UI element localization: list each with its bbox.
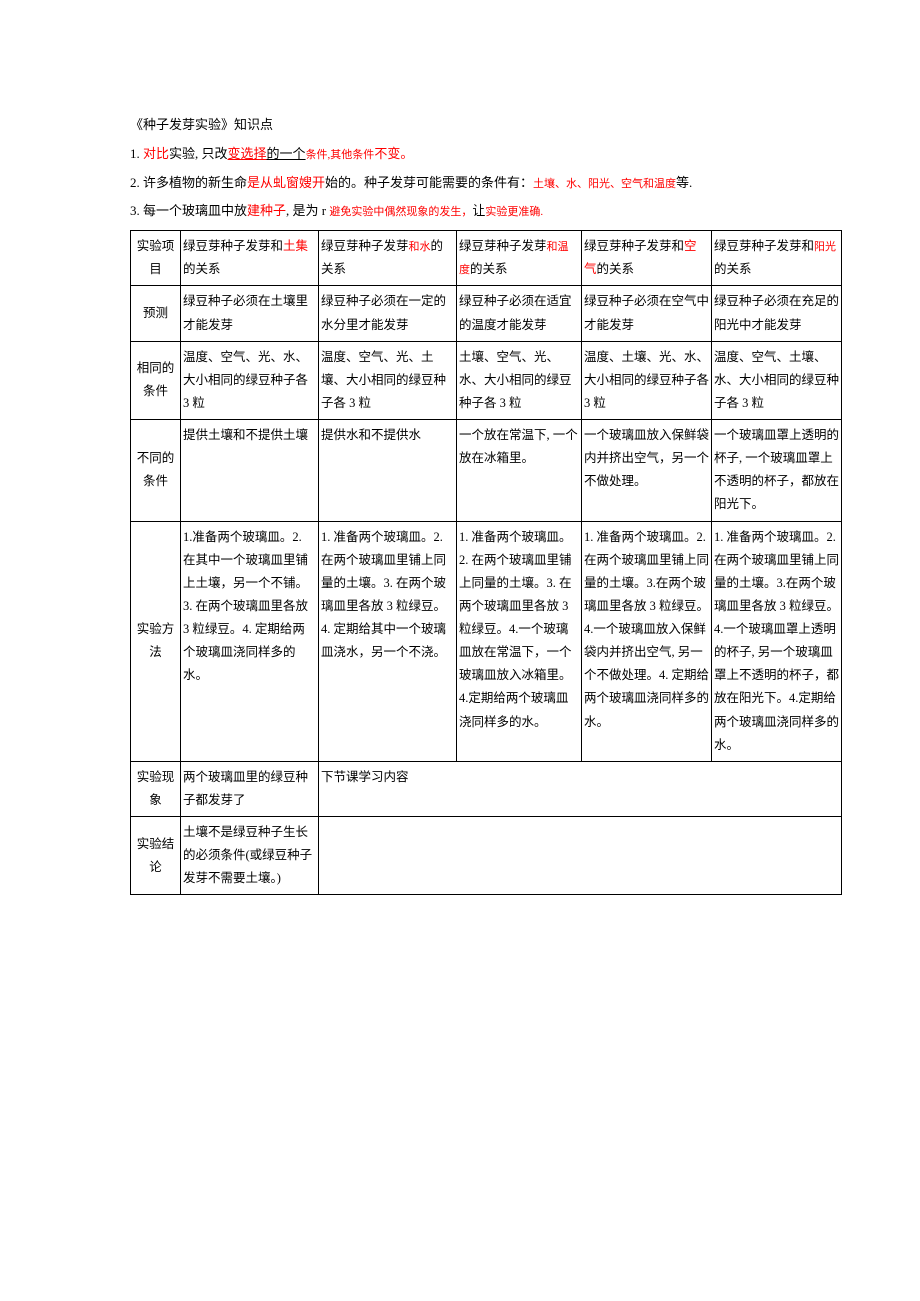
cell: 1. 准备两个玻璃皿。2. 在两个玻璃皿里铺上同量的土壤。3.在两个玻璃皿里各放… bbox=[582, 521, 712, 761]
row-label: 预测 bbox=[131, 286, 181, 341]
table-row: 实验方法 1.准备两个玻璃皿。2. 在其中一个玻璃皿里铺上土壤，另一个不铺。3.… bbox=[131, 521, 842, 761]
row-label: 实验现象 bbox=[131, 761, 181, 816]
cell bbox=[319, 817, 842, 895]
cell: 一个玻璃皿罩上透明的杯子, 一个玻璃皿罩上不透明的杯子，都放在阳光下。 bbox=[712, 420, 842, 522]
cell: 温度、空气、光、土壤、大小相同的绿豆种子各 3 粒 bbox=[319, 341, 457, 419]
table-row: 不同的条件 提供土壤和不提供土壤 提供水和不提供水 一个放在常温下, 一个放在冰… bbox=[131, 420, 842, 522]
experiment-table: 实验项目 绿豆芽种子发芽和土集的关系 绿豆芽种子发芽和水的关系 绿豆芽种子发芽和… bbox=[130, 230, 842, 895]
cell: 1. 准备两个玻璃皿。2. 在两个玻璃皿里铺上同量的土壤。3.在两个玻璃皿里各放… bbox=[712, 521, 842, 761]
cell: 温度、空气、土壤、水、大小相同的绿豆种子各 3 粒 bbox=[712, 341, 842, 419]
point-2: 2. 许多植物的新生命是从虬窗嫂开始的。种子发芽可能需要的条件有：土壤、水、阳光… bbox=[130, 173, 820, 194]
cell: 提供土壤和不提供土壤 bbox=[181, 420, 319, 522]
cell: 绿豆种子必须在一定的水分里才能发芽 bbox=[319, 286, 457, 341]
cell: 温度、土壤、光、水、大小相同的绿豆种子各 3 粒 bbox=[582, 341, 712, 419]
cell: 下节课学习内容 bbox=[319, 761, 842, 816]
cell: 绿豆种子必须在充足的阳光中才能发芽 bbox=[712, 286, 842, 341]
cell: 1. 准备两个玻璃皿。2. 在两个玻璃皿里铺上同量的土壤。3. 在两个玻璃皿里各… bbox=[319, 521, 457, 761]
cell: 土壤不是绿豆种子生长的必须条件(或绿豆种子发芽不需要土壤。) bbox=[181, 817, 319, 895]
cell: 1. 准备两个玻璃皿。2. 在两个玻璃皿里铺上同量的土壤。3. 在两个玻璃皿里各… bbox=[457, 521, 582, 761]
cell: 绿豆种子必须在土壤里才能发芽 bbox=[181, 286, 319, 341]
row-label: 实验项目 bbox=[131, 231, 181, 286]
cell: 1.准备两个玻璃皿。2. 在其中一个玻璃皿里铺上土壤，另一个不铺。3. 在两个玻… bbox=[181, 521, 319, 761]
row-label: 相同的条件 bbox=[131, 341, 181, 419]
cell: 绿豆芽种子发芽和阳光的关系 bbox=[712, 231, 842, 286]
intro-block: 《种子发芽实验》知识点 1. 对比实验, 只改变选择的一个条件,其他条件不变。 … bbox=[130, 115, 820, 222]
table-row: 实验结论 土壤不是绿豆种子生长的必须条件(或绿豆种子发芽不需要土壤。) bbox=[131, 817, 842, 895]
cell: 两个玻璃皿里的绿豆种子都发芽了 bbox=[181, 761, 319, 816]
cell: 绿豆芽种子发芽和水的关系 bbox=[319, 231, 457, 286]
cell: 一个放在常温下, 一个放在冰箱里。 bbox=[457, 420, 582, 522]
point-3: 3. 每一个玻璃皿中放建种子, 是为 r 避免实验中偶然现象的发生，让实验更准确… bbox=[130, 201, 820, 222]
table-row: 相同的条件 温度、空气、光、水、大小相同的绿豆种子各 3 粒 温度、空气、光、土… bbox=[131, 341, 842, 419]
title: 《种子发芽实验》知识点 bbox=[130, 115, 820, 136]
cell: 土壤、空气、光、水、大小相同的绿豆种子各 3 粒 bbox=[457, 341, 582, 419]
cell: 绿豆芽种子发芽和土集的关系 bbox=[181, 231, 319, 286]
cell: 绿豆芽种子发芽和温度的关系 bbox=[457, 231, 582, 286]
row-label: 实验方法 bbox=[131, 521, 181, 761]
table-row: 预测 绿豆种子必须在土壤里才能发芽 绿豆种子必须在一定的水分里才能发芽 绿豆种子… bbox=[131, 286, 842, 341]
cell: 绿豆芽种子发芽和空气的关系 bbox=[582, 231, 712, 286]
cell: 一个玻璃皿放入保鲜袋内并挤出空气，另一个不做处理。 bbox=[582, 420, 712, 522]
row-label: 实验结论 bbox=[131, 817, 181, 895]
table-row: 实验项目 绿豆芽种子发芽和土集的关系 绿豆芽种子发芽和水的关系 绿豆芽种子发芽和… bbox=[131, 231, 842, 286]
point-1: 1. 对比实验, 只改变选择的一个条件,其他条件不变。 bbox=[130, 144, 820, 165]
cell: 绿豆种子必须在适宜的温度才能发芽 bbox=[457, 286, 582, 341]
row-label: 不同的条件 bbox=[131, 420, 181, 522]
cell: 温度、空气、光、水、大小相同的绿豆种子各 3 粒 bbox=[181, 341, 319, 419]
cell: 提供水和不提供水 bbox=[319, 420, 457, 522]
table-row: 实验现象 两个玻璃皿里的绿豆种子都发芽了 下节课学习内容 bbox=[131, 761, 842, 816]
cell: 绿豆种子必须在空气中才能发芽 bbox=[582, 286, 712, 341]
